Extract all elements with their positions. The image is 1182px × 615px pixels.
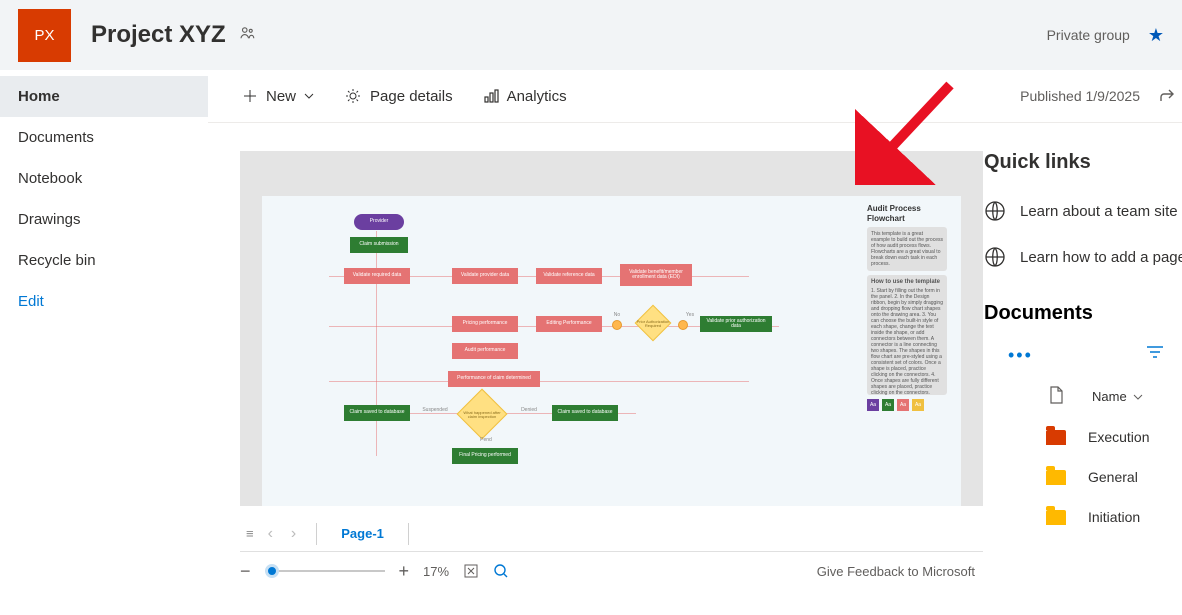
fc-label-no: No: [607, 311, 627, 321]
nav-edit[interactable]: Edit: [0, 281, 208, 322]
documents-title: Documents: [984, 302, 1180, 325]
prev-page-icon[interactable]: ‹: [264, 525, 277, 543]
audit-desc: This template is a great example to buil…: [867, 227, 947, 271]
ql-learn-team-site[interactable]: Learn about a team site: [984, 192, 1180, 238]
folder-general[interactable]: General: [984, 457, 1180, 497]
audit-title: Audit Process Flowchart: [867, 204, 947, 223]
fc-v9: Performance of claim determined: [448, 371, 540, 387]
published-date: Published 1/9/2025: [1020, 88, 1140, 104]
folder-icon: [1046, 510, 1066, 525]
left-nav: Home Documents Notebook Drawings Recycle…: [0, 70, 208, 322]
nav-recycle-bin[interactable]: Recycle bin: [0, 240, 208, 281]
fc-dot1: [612, 320, 622, 330]
folder-icon: [1046, 430, 1066, 445]
next-page-icon[interactable]: ›: [287, 525, 300, 543]
fc-v11: Claim saved to database: [552, 405, 618, 421]
fc-v10: Claim saved to database: [344, 405, 410, 421]
site-logo[interactable]: PX: [18, 9, 71, 62]
gear-icon: [344, 87, 362, 105]
analytics-icon: [483, 88, 499, 104]
zoom-in-icon[interactable]: +: [399, 561, 410, 582]
main-content: Provider Claim submission Validate requi…: [208, 123, 983, 615]
chevron-down-icon: [304, 91, 314, 101]
docs-header-row[interactable]: Name: [984, 380, 1180, 417]
zoom-percent: 17%: [423, 564, 449, 579]
fc-provider: Provider: [354, 214, 404, 230]
fit-page-icon[interactable]: [463, 563, 479, 579]
docs-filter-icon[interactable]: [1146, 345, 1164, 359]
teams-icon[interactable]: [238, 24, 256, 47]
docs-more-icon[interactable]: •••: [1008, 345, 1033, 366]
site-title[interactable]: Project XYZ: [91, 21, 226, 49]
fc-v6: Editing Performance: [536, 316, 602, 332]
audit-swatches: Aa Aa Aa Aa: [867, 399, 947, 411]
hamburger-icon[interactable]: ≡: [246, 526, 254, 541]
command-bar: New Page details Analytics Published 1/9…: [208, 70, 1182, 123]
page-tabs: ≡ ‹ › Page-1: [240, 516, 983, 552]
share-icon[interactable]: [1158, 87, 1176, 105]
globe-icon: [984, 246, 1006, 268]
fc-v1: Validate required data: [344, 268, 410, 284]
chevron-down-icon: [1133, 392, 1143, 402]
right-rail: Quick links Learn about a team site Lear…: [984, 123, 1182, 615]
fc-diamond2-label: What happened after claim inspection: [458, 400, 506, 430]
folder-initiation[interactable]: Initiation: [984, 497, 1180, 537]
zoom-search-icon[interactable]: [493, 563, 509, 579]
zoom-slider[interactable]: [265, 570, 385, 572]
quick-links-title: Quick links: [984, 151, 1180, 174]
fc-v5: Pricing performance: [452, 316, 518, 332]
fc-label-susp: Suspended: [420, 406, 450, 416]
new-button[interactable]: New: [242, 88, 314, 105]
site-header: PX Project XYZ Private group ★: [0, 0, 1182, 70]
fc-diamond1-label: Prior Authorization Required: [634, 312, 672, 336]
fc-claim-sub: Claim submission: [350, 237, 408, 253]
page-tab-1[interactable]: Page-1: [333, 526, 392, 541]
nav-home[interactable]: Home: [0, 76, 208, 117]
fc-dot2: [678, 320, 688, 330]
analytics-button[interactable]: Analytics: [483, 88, 567, 105]
plus-icon: [242, 88, 258, 104]
ql-learn-add-page[interactable]: Learn how to add a page: [984, 238, 1180, 284]
name-column-header[interactable]: Name: [1092, 389, 1127, 404]
nav-drawings[interactable]: Drawings: [0, 199, 208, 240]
fc-v8: Audit performance: [452, 343, 518, 359]
page-details-button[interactable]: Page details: [344, 87, 453, 105]
fc-label-pend: Pend: [476, 436, 496, 446]
fc-v2: Validate provider data: [452, 268, 518, 284]
fc-v12: Final Pricing performed: [452, 448, 518, 464]
doc-type-icon: [1046, 386, 1066, 407]
visio-canvas[interactable]: Provider Claim submission Validate requi…: [240, 151, 983, 506]
audit-howto: How to use the template 1. Start by fill…: [867, 275, 947, 395]
fc-v3: Validate reference data: [536, 268, 602, 284]
nav-documents[interactable]: Documents: [0, 117, 208, 158]
feedback-link[interactable]: Give Feedback to Microsoft: [817, 564, 975, 579]
nav-notebook[interactable]: Notebook: [0, 158, 208, 199]
audit-panel: Audit Process Flowchart This template is…: [867, 204, 947, 411]
privacy-label: Private group: [1047, 27, 1130, 43]
fc-label-denied: Denied: [514, 406, 544, 416]
fc-v4: Validate benefit/member enrollment data …: [620, 264, 692, 286]
zoom-bar: − + 17% Give Feedback to Microsoft: [240, 552, 983, 590]
follow-star-icon[interactable]: ★: [1148, 25, 1164, 46]
fc-label-yes: Yes: [680, 311, 700, 321]
fc-v7: Validate prior authorization data: [700, 316, 772, 332]
zoom-out-icon[interactable]: −: [240, 561, 251, 582]
folder-icon: [1046, 470, 1066, 485]
folder-execution[interactable]: Execution: [984, 417, 1180, 457]
globe-icon: [984, 200, 1006, 222]
